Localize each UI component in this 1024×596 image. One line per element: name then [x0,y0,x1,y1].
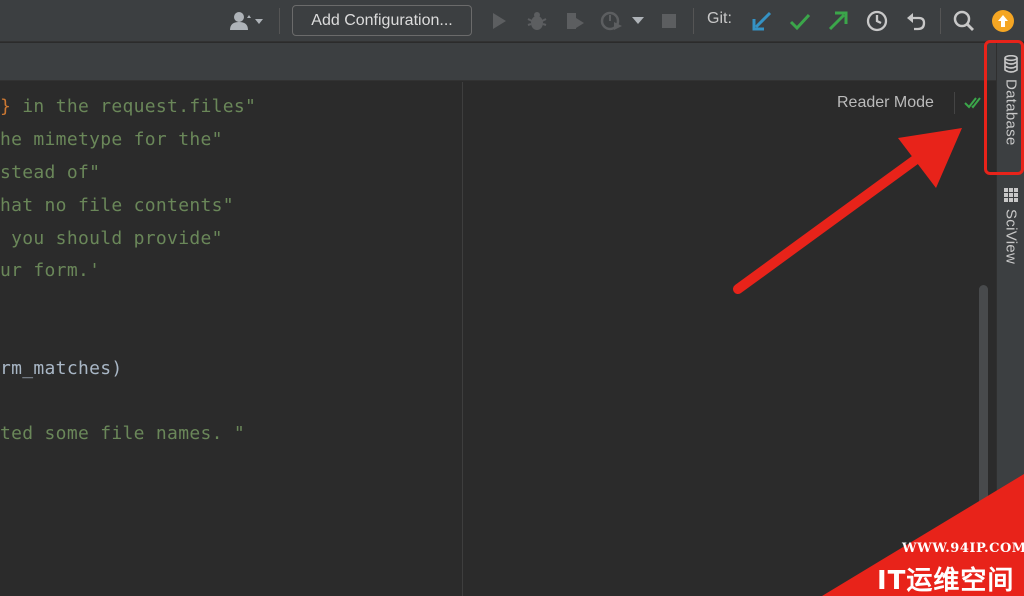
debug-icon [527,12,547,30]
coverage-button[interactable] [563,9,587,33]
code-line: you should provide" [0,228,223,249]
history-button[interactable] [865,9,889,33]
git-label: Git: [707,10,732,27]
user-menu[interactable] [226,9,268,33]
toolbar-separator [279,8,280,34]
stop-icon [662,14,676,28]
annotation-highlight-box [984,40,1024,175]
code-line: ted some file names. " [0,423,246,444]
search-button[interactable] [952,9,976,33]
debug-button[interactable] [525,9,549,33]
history-icon [866,10,888,32]
sciview-icon [1004,188,1018,202]
user-icon [230,12,263,30]
double-check-icon [964,97,981,109]
git-update-icon [752,11,772,31]
sciview-tab[interactable]: SciView [997,187,1024,287]
code-line: ur form.' [0,260,101,281]
reader-mode-separator [954,92,955,114]
reader-mode-button[interactable]: Reader Mode [837,94,934,112]
git-commit-button[interactable] [788,9,812,33]
code-line: he mimetype for the" [0,129,223,150]
toolbar-separator [693,8,694,34]
add-configuration-button[interactable]: Add Configuration... [292,5,472,36]
coverage-icon [567,13,584,29]
editor-tab-bar [0,43,996,81]
main-toolbar: Add Configuration... Git: [0,0,1024,42]
update-button[interactable] [990,8,1016,34]
git-update-button[interactable] [750,9,774,33]
profile-icon [600,11,622,31]
watermark-name: IT运维空间 [877,566,1015,596]
code-line: hat no file contents" [0,195,234,216]
update-icon [992,10,1014,32]
watermark-url: WWW.94IP.COM [902,541,1024,556]
code-line: } in the request.files" [0,96,257,117]
search-icon [953,10,974,31]
run-button[interactable] [488,10,510,32]
run-options-dropdown[interactable] [630,14,646,28]
code-line: stead of" [0,162,101,183]
toolbar-separator [940,8,941,34]
run-icon [493,13,506,29]
rollback-icon [907,13,926,31]
rollback-button[interactable] [904,9,928,33]
inspection-status[interactable] [964,94,984,112]
git-commit-icon [789,13,811,31]
code-editor[interactable]: } in the request.files" he mimetype for … [0,82,462,596]
preview-panel [463,82,996,596]
sciview-tab-label: SciView [1002,209,1020,265]
git-push-button[interactable] [826,9,850,33]
profile-button[interactable] [599,9,625,33]
git-push-icon [828,11,848,31]
code-line: rm_matches) [0,358,123,379]
chevron-down-icon [632,17,644,24]
stop-button[interactable] [659,11,679,31]
